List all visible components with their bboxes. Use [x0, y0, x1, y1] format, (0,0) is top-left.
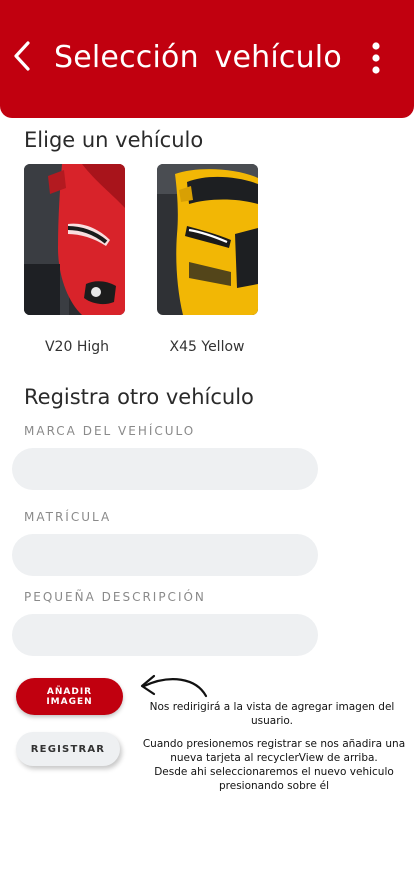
register-button[interactable]: REGISTRAR [16, 732, 120, 766]
app-bar: Selección vehículo [0, 0, 414, 118]
description-field-label: PEQUEÑA DESCRIPCIÓN [24, 590, 206, 604]
brand-field[interactable] [12, 448, 318, 490]
vehicle-name-v20-high: V20 High [44, 339, 110, 355]
add-image-note: Nos redirigirá a la vista de agregar ima… [136, 700, 408, 728]
plate-field[interactable] [12, 534, 318, 576]
register-note-line: Desde ahi seleccionaremos el nuevo vehic… [154, 766, 394, 778]
vehicle-name-x45-yellow: X45 Yellow [169, 339, 245, 355]
add-image-note-line: Nos redirigirá a la vista de agregar ima… [149, 701, 395, 713]
more-vertical-icon[interactable] [364, 40, 388, 76]
red-sports-car-image [24, 164, 125, 315]
plate-field-label: MATRÍCULA [24, 510, 112, 524]
vehicle-card-v20-high[interactable] [24, 164, 125, 315]
vehicles-section-title: Elige un vehículo [24, 128, 204, 152]
add-image-note-line: usuario. [250, 715, 294, 727]
description-field[interactable] [12, 614, 318, 656]
page-title: Selección vehículo [54, 40, 342, 75]
register-note-line: presionando sobre él [218, 780, 329, 792]
register-section-title: Registra otro vehículo [24, 385, 254, 409]
vehicle-card-x45-yellow[interactable] [157, 164, 258, 315]
brand-field-label: MARCA DEL VEHÍCULO [24, 424, 196, 438]
yellow-sports-car-image [157, 164, 258, 315]
chevron-left-icon[interactable] [10, 38, 34, 74]
register-note-line: Cuando presionemos registrar se nos añad… [142, 738, 406, 750]
add-image-button[interactable]: AÑADIR IMAGEN [16, 678, 123, 715]
register-note: Cuando presionemos registrar se nos añad… [134, 737, 414, 793]
register-note-line: nueva tarjeta al recyclerView de arriba. [170, 752, 378, 764]
